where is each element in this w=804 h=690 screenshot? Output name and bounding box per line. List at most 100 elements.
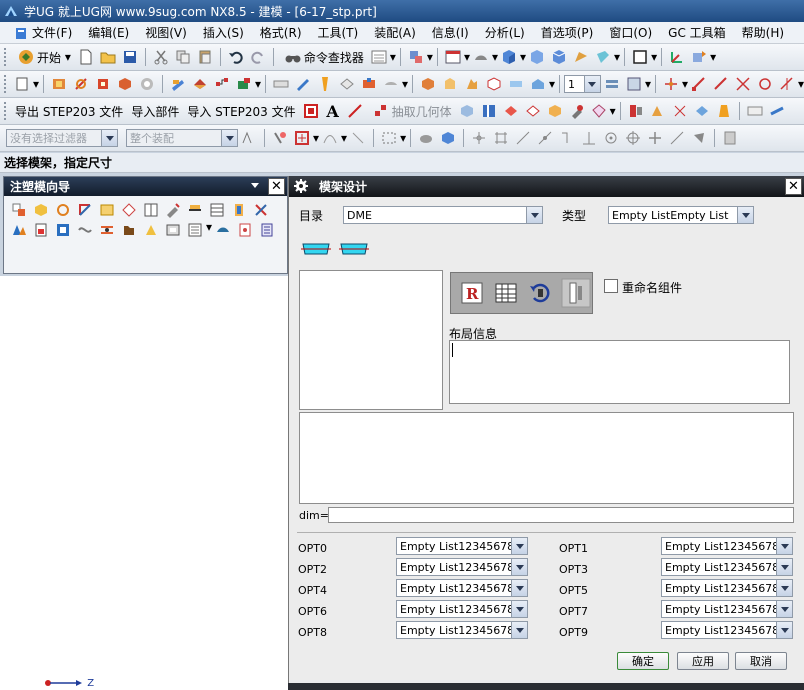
layer-settings-icon[interactable]: [603, 75, 621, 93]
snap-line-icon[interactable]: [514, 129, 532, 147]
mold-csys-nav-icon[interactable]: [54, 201, 72, 219]
parting-icon[interactable]: [191, 75, 209, 93]
slider-icon[interactable]: [316, 75, 334, 93]
project-init-icon[interactable]: [10, 201, 28, 219]
runner-icon[interactable]: [382, 75, 400, 93]
body-icon[interactable]: [458, 102, 476, 120]
workpiece-nav-icon[interactable]: [98, 201, 116, 219]
shaded-cube-icon[interactable]: [500, 48, 518, 66]
select-curve-icon[interactable]: [321, 129, 339, 147]
patch-icon[interactable]: [590, 102, 608, 120]
trim-icon[interactable]: [463, 75, 481, 93]
surface-icon[interactable]: [502, 102, 520, 120]
background-color-icon[interactable]: [631, 48, 649, 66]
mold-tools-nav-icon[interactable]: [164, 201, 182, 219]
snap-quadrant-icon[interactable]: [778, 75, 796, 93]
wcs-icon[interactable]: [668, 48, 686, 66]
close-icon[interactable]: ✕: [785, 178, 802, 195]
moldbase-icon[interactable]: [235, 75, 253, 93]
opt1-select[interactable]: Empty List12345678: [661, 537, 793, 555]
import-part-button[interactable]: 导入部件: [127, 103, 183, 120]
export-step-button[interactable]: 导出 STEP203 文件: [11, 103, 127, 120]
menu-edit[interactable]: 编辑(E): [80, 22, 137, 44]
open-folder-icon[interactable]: [99, 48, 117, 66]
gate-nav-icon[interactable]: [54, 221, 72, 239]
chevron-down-icon[interactable]: [511, 622, 527, 638]
layout-menu-icon[interactable]: [370, 48, 388, 66]
catalog-select[interactable]: DME: [343, 206, 543, 224]
cut-icon[interactable]: [152, 48, 170, 66]
chevron-down-icon[interactable]: [776, 580, 792, 596]
text-icon[interactable]: A: [324, 102, 342, 121]
standard-part-icon[interactable]: [272, 75, 290, 93]
drawing-nav-icon[interactable]: [214, 221, 232, 239]
pocket-icon[interactable]: [485, 75, 503, 93]
opt7-select[interactable]: Empty List12345678: [661, 600, 793, 618]
cube-top-icon[interactable]: [550, 48, 568, 66]
family-mold-icon[interactable]: [32, 201, 50, 219]
menu-info[interactable]: 信息(I): [424, 22, 477, 44]
insert-icon[interactable]: [338, 75, 356, 93]
dim-input[interactable]: [328, 507, 794, 523]
runner-nav-icon[interactable]: [76, 221, 94, 239]
add-plate-icon[interactable]: [301, 238, 331, 260]
new-sheet-icon[interactable]: [13, 75, 31, 93]
register-icon[interactable]: R: [459, 280, 485, 306]
opt3-select[interactable]: Empty List12345678: [661, 558, 793, 576]
spreadsheet-icon[interactable]: [493, 280, 519, 306]
chevron-down-icon[interactable]: [776, 601, 792, 617]
snap-perp-icon[interactable]: [580, 129, 598, 147]
menu-insert[interactable]: 插入(S): [195, 22, 252, 44]
general-select-icon[interactable]: [240, 129, 258, 147]
opt5-select[interactable]: Empty List12345678: [661, 579, 793, 597]
cooling-nav-icon[interactable]: [98, 221, 116, 239]
transform-icon[interactable]: [649, 102, 667, 120]
mold-init-icon[interactable]: [50, 75, 68, 93]
trim-nav-icon[interactable]: [142, 221, 160, 239]
select-face-icon[interactable]: [349, 129, 367, 147]
electrode-icon[interactable]: [441, 75, 459, 93]
opt0-select[interactable]: Empty List12345678: [396, 537, 528, 555]
moldbase-nav-icon[interactable]: [208, 201, 226, 219]
opt2-select[interactable]: Empty List12345678: [396, 558, 528, 576]
rectangle-select-icon[interactable]: [380, 129, 398, 147]
shrinkage-nav-icon[interactable]: [76, 201, 94, 219]
opt4-select[interactable]: Empty List12345678: [396, 579, 528, 597]
import-step-button[interactable]: 导入 STEP203 文件: [183, 103, 299, 120]
snap-midpoint-icon[interactable]: [536, 129, 554, 147]
render-style-icon[interactable]: [472, 48, 490, 66]
new-file-icon[interactable]: [77, 48, 95, 66]
rename-components-checkbox[interactable]: [604, 279, 618, 293]
menu-view[interactable]: 视图(V): [137, 22, 195, 44]
bom-icon[interactable]: [507, 75, 525, 93]
edit-component-icon[interactable]: [561, 278, 591, 308]
close-icon[interactable]: ✕: [268, 178, 285, 195]
snap-grid2-icon[interactable]: [721, 129, 739, 147]
ok-button[interactable]: 确定: [617, 652, 669, 670]
snap-point-icon[interactable]: [662, 75, 680, 93]
measure-icon[interactable]: [768, 102, 786, 120]
snap-on-curve-icon[interactable]: [668, 129, 686, 147]
redo-icon[interactable]: [249, 48, 267, 66]
cooling-icon[interactable]: [419, 75, 437, 93]
selection-filter-icon[interactable]: [407, 48, 425, 66]
pocket-nav-icon[interactable]: [164, 221, 182, 239]
standard-part-nav-icon[interactable]: [230, 201, 248, 219]
parting-nav-icon[interactable]: [186, 201, 204, 219]
unused-parts-icon[interactable]: [258, 221, 276, 239]
multi-cavity-icon[interactable]: [142, 201, 160, 219]
chevron-down-icon[interactable]: [511, 601, 527, 617]
snap-control-icon[interactable]: [558, 129, 576, 147]
view-orient-icon[interactable]: [572, 48, 590, 66]
cancel-button[interactable]: 取消: [735, 652, 787, 670]
undo-icon[interactable]: [227, 48, 245, 66]
chevron-down-icon[interactable]: [776, 559, 792, 575]
parting-navigator-icon[interactable]: [213, 75, 231, 93]
gate-icon[interactable]: [360, 75, 378, 93]
table-view-icon[interactable]: [444, 48, 462, 66]
electrode-nav-icon[interactable]: [120, 221, 138, 239]
snap-intersect-icon[interactable]: [734, 75, 752, 93]
mirror-icon[interactable]: [671, 102, 689, 120]
mold-tools-icon[interactable]: [169, 75, 187, 93]
toolbar-grip[interactable]: [4, 48, 7, 66]
